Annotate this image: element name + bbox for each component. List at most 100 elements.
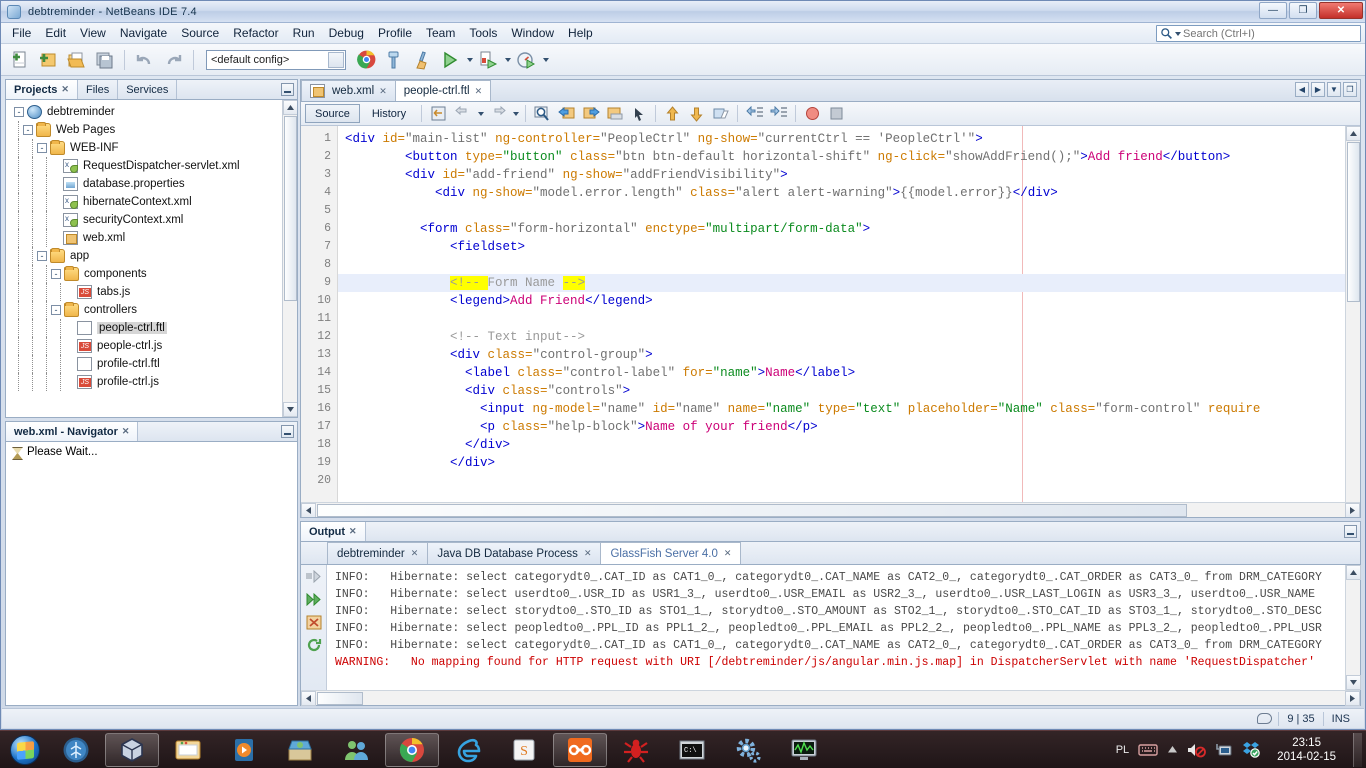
code-editor[interactable]: 1 2 3 4 5 6 7 8 9 10 11 12 13 14 15 16 17 18 19 20 <div id=… [301, 126, 1360, 517]
tree-toggle-icon[interactable]: - [51, 269, 61, 279]
taskbar-item-settings[interactable] [721, 733, 775, 767]
scroll-left-icon[interactable] [301, 503, 316, 517]
tree-node[interactable]: database.properties [10, 175, 297, 193]
comment-button[interactable] [710, 104, 731, 124]
code-line[interactable] [338, 202, 1360, 220]
undo-button[interactable] [132, 47, 158, 73]
redo-button[interactable] [160, 47, 186, 73]
menu-window[interactable]: Window [504, 24, 561, 42]
taskbar-item-internet-explorer[interactable] [441, 733, 495, 767]
last-edit-button[interactable] [428, 104, 449, 124]
tab-projects[interactable]: Projects ✕ [6, 80, 78, 99]
tree-node[interactable]: JS people-ctrl.js [10, 337, 297, 355]
code-line[interactable]: <input ng-model="name" id="name" name="n… [338, 400, 1360, 418]
scroll-down-icon[interactable] [1346, 675, 1361, 690]
tree-node[interactable]: people-ctrl.ftl [10, 319, 297, 337]
tree-toggle-icon[interactable]: - [51, 305, 61, 315]
show-desktop-button[interactable] [1353, 732, 1362, 767]
history-view-button[interactable]: History [363, 104, 415, 123]
code-line[interactable]: </div> [338, 454, 1360, 472]
tree-node[interactable]: securityContext.xml [10, 211, 297, 229]
code-line[interactable]: <button type="button" class="btn btn-def… [338, 148, 1360, 166]
resume-icon[interactable] [305, 590, 323, 608]
code-line[interactable]: <div id="main-list" ng-controller="Peopl… [338, 130, 1360, 148]
menu-file[interactable]: File [5, 24, 38, 42]
taskbar-item-netbeans[interactable] [49, 733, 103, 767]
tree-toggle-icon[interactable]: - [37, 143, 47, 153]
close-icon[interactable]: ✕ [411, 548, 419, 559]
project-tree[interactable]: -debtreminder-Web Pages-WEB-INFRequestDi… [6, 100, 297, 417]
code-line[interactable]: <!-- Form Name --> [338, 274, 1360, 292]
close-icon[interactable]: ✕ [61, 84, 69, 95]
maximize-button[interactable]: ❐ [1289, 2, 1317, 19]
source-view-button[interactable]: Source [305, 104, 360, 123]
taskbar-item-chrome[interactable] [385, 732, 439, 767]
menu-team[interactable]: Team [419, 24, 462, 42]
code-line[interactable] [338, 310, 1360, 328]
output-tab-java-db[interactable]: Java DB Database Process ✕ [427, 542, 602, 564]
tree-node[interactable]: - WEB-INF [10, 139, 297, 157]
code-line[interactable]: <!-- Text input--> [338, 328, 1360, 346]
back-button[interactable] [452, 104, 473, 124]
menu-run[interactable]: Run [286, 24, 322, 42]
editor-tab-web-xml[interactable]: web.xml ✕ [301, 80, 396, 101]
tree-node[interactable]: - app [10, 247, 297, 265]
forward-dropdown-icon[interactable] [513, 111, 520, 116]
build-project-button[interactable] [381, 47, 407, 73]
menu-refactor[interactable]: Refactor [226, 24, 285, 42]
tree-node[interactable]: profile-ctrl.ftl [10, 355, 297, 373]
tree-node[interactable]: hibernateContext.xml [10, 193, 297, 211]
network-icon[interactable] [1215, 742, 1233, 758]
run-output-icon[interactable] [305, 567, 323, 585]
tree-node[interactable]: - controllers [10, 301, 297, 319]
scroll-tabs-left-icon[interactable]: ◀ [1295, 82, 1309, 97]
pointer-button[interactable] [628, 104, 649, 124]
taskbar-item-file-explorer[interactable] [161, 733, 215, 767]
dropbox-icon[interactable] [1242, 741, 1260, 758]
search-box[interactable] [1156, 25, 1361, 42]
tree-node[interactable]: RequestDispatcher-servlet.xml [10, 157, 297, 175]
tree-toggle-icon[interactable]: - [37, 251, 47, 261]
scroll-left-icon[interactable] [301, 691, 316, 706]
minimize-button[interactable]: — [1259, 2, 1287, 19]
tab-output[interactable]: Output ✕ [301, 522, 366, 541]
scrollbar-thumb-h[interactable] [317, 692, 363, 705]
code-line[interactable]: <div class="control-group"> [338, 346, 1360, 364]
close-icon[interactable]: ✕ [724, 548, 732, 559]
scroll-right-icon[interactable] [1345, 503, 1360, 517]
code-line[interactable]: <div ng-show="model.error.length" class=… [338, 184, 1360, 202]
keyboard-icon[interactable] [1138, 742, 1158, 757]
tree-toggle-icon[interactable]: - [23, 125, 33, 135]
scrollbar-thumb-h[interactable] [317, 504, 1187, 517]
code-line[interactable]: <div id="add-friend" ng-show="addFriendV… [338, 166, 1360, 184]
menu-navigate[interactable]: Navigate [113, 24, 174, 42]
menu-help[interactable]: Help [561, 24, 600, 42]
scroll-down-icon[interactable] [283, 402, 297, 417]
close-icon[interactable]: ✕ [379, 86, 387, 97]
minimize-window-icon[interactable] [1344, 525, 1357, 538]
notifications-icon[interactable] [1257, 713, 1273, 724]
taskbar-item-sublime-text[interactable]: S [497, 733, 551, 767]
tree-toggle-icon[interactable]: - [14, 107, 24, 117]
scrollbar-thumb[interactable] [284, 116, 297, 301]
menu-debug[interactable]: Debug [322, 24, 371, 42]
menu-source[interactable]: Source [174, 24, 226, 42]
code-line[interactable]: <p class="help-block">Name of your frien… [338, 418, 1360, 436]
run-project-button[interactable] [437, 47, 463, 73]
taskbar-item-virtualbox[interactable] [105, 732, 159, 767]
code-line[interactable]: <label class="control-label" for="name">… [338, 364, 1360, 382]
output-log[interactable]: INFO: Hibernate: select categorydt0_.CAT… [327, 565, 1360, 690]
find-selection-button[interactable] [532, 104, 553, 124]
tab-navigator[interactable]: web.xml - Navigator ✕ [6, 422, 139, 441]
stop-macro-button[interactable] [826, 104, 847, 124]
code-line[interactable] [338, 256, 1360, 274]
tab-files[interactable]: Files [78, 80, 119, 99]
clear-output-icon[interactable] [305, 613, 323, 631]
tree-node[interactable]: - debtreminder [10, 103, 297, 121]
debug-dropdown-icon[interactable] [505, 57, 511, 62]
minimize-window-icon[interactable] [281, 425, 294, 438]
project-tree-scrollbar[interactable] [282, 100, 297, 417]
shift-down-button[interactable] [686, 104, 707, 124]
insert-mode-indicator[interactable]: INS [1322, 711, 1358, 726]
profile-dropdown-icon[interactable] [543, 57, 549, 62]
